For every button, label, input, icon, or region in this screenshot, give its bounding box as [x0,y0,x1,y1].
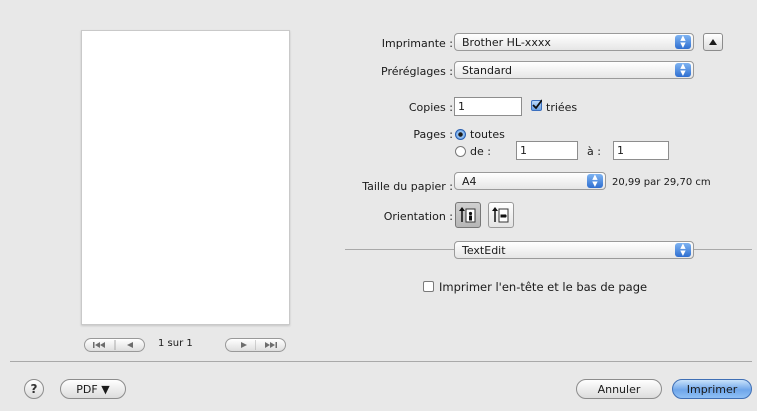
printer-disclosure-button[interactable] [703,33,723,51]
collated-checkbox[interactable] [531,99,542,111]
preview-back-group [84,338,145,352]
pages-label: Pages : [413,128,453,141]
collated-label: triées [546,101,578,114]
stepper-icon: ▲ ▼ [675,243,691,257]
header-footer-checkbox[interactable] [423,281,434,292]
presets-label: Préréglages : [381,65,453,78]
printer-popup[interactable]: Brother HL-xxxx ▲ ▼ [454,33,694,51]
help-icon: ? [30,382,38,396]
disclosure-triangle-icon [709,39,717,45]
portrait-icon [459,207,476,223]
stepper-icon: ▲ ▼ [587,174,603,188]
paper-size-popup[interactable]: A4 ▲ ▼ [454,172,606,190]
next-page-icon[interactable] [226,339,256,351]
help-button[interactable]: ? [24,379,44,399]
paper-size-label: Taille du papier : [362,180,453,193]
pages-to-field[interactable]: 1 [613,141,669,160]
checkmark-icon [532,99,542,110]
pages-all-label: toutes [470,128,505,141]
presets-popup[interactable]: Standard ▲ ▼ [454,61,694,79]
pages-from-field[interactable]: 1 [516,141,578,160]
landscape-icon [492,207,509,223]
footer-separator [10,361,752,362]
last-page-icon[interactable] [256,339,287,351]
section-separator-left [345,249,454,250]
header-footer-label: Imprimer l'en-tête et le bas de page [439,280,648,294]
pdf-button[interactable]: PDF ▼ [60,379,126,399]
copies-label: Copies : [408,101,453,114]
pages-from-radio[interactable] [455,146,466,157]
cancel-button[interactable]: Annuler [576,379,662,399]
preview-forward-group [225,338,286,352]
copies-field[interactable]: 1 [454,97,522,116]
page-indicator: 1 sur 1 [158,338,193,349]
pages-all-radio[interactable] [455,129,466,140]
orientation-landscape-button[interactable] [488,202,514,228]
stepper-icon: ▲ ▼ [675,63,691,77]
paper-dimensions: 20,99 par 29,70 cm [612,177,711,188]
section-separator-right [694,249,752,250]
page-preview [81,30,290,325]
pages-from-label: de : [470,145,491,158]
presets-value: Standard [462,64,513,77]
print-button[interactable]: Imprimer [672,379,752,399]
paper-size-value: A4 [462,175,477,188]
app-section-value: TextEdit [462,244,506,257]
pages-to-label: à : [587,145,601,158]
stepper-icon: ▲ ▼ [675,35,691,49]
previous-page-icon[interactable] [120,339,140,351]
printer-value: Brother HL-xxxx [462,36,551,49]
app-section-popup[interactable]: TextEdit ▲ ▼ [454,241,694,259]
orientation-portrait-button[interactable] [455,202,481,228]
printer-label: Imprimante : [381,37,453,50]
orientation-label: Orientation : [383,210,453,223]
